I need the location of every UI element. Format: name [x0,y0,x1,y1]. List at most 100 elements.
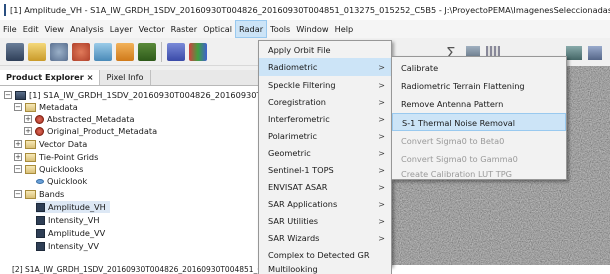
graph-icon[interactable] [94,42,112,61]
menu-apply-orbit-file[interactable]: Apply Orbit File [259,41,391,59]
collapse-icon[interactable]: − [14,190,22,198]
submenu-arrow-icon: > [378,182,385,192]
open-icon[interactable] [28,42,46,61]
rgb-icon[interactable] [189,42,207,61]
menu-sentinel-1-tops[interactable]: Sentinel-1 TOPS > [259,161,391,179]
collapse-icon[interactable]: − [14,165,22,173]
menu-speckle-filtering[interactable]: Speckle Filtering > [259,76,391,94]
radiometric-submenu: Calibrate Radiometric Terrain Flattening… [391,56,567,180]
eye-icon [36,178,44,184]
menu-convert-sigma0-to-beta0: Convert Sigma0 to Beta0 [401,136,505,146]
tree-label: Intensity_VV [48,241,99,251]
band-icon [36,202,45,212]
radar-menu: Apply Orbit File Radiometric > Speckle Fi… [258,40,392,266]
expand-icon[interactable]: + [24,127,32,135]
tree-original-metadata[interactable]: + Original_Product_Metadata [24,125,157,137]
collapse-icon[interactable]: − [14,103,22,111]
panel-tabs: Product Explorer × Pixel Info [0,70,265,86]
menu-view[interactable]: View [42,20,67,38]
tree-bands[interactable]: − Bands [14,188,64,200]
menu-radiometric[interactable]: Radiometric > [259,58,391,76]
tree-quicklooks[interactable]: − Quicklooks [14,163,83,175]
ruler-icon[interactable] [588,46,602,60]
window-title: [1] Amplitude_VH - S1A_IW_GRDH_1SDV_2016… [10,5,610,15]
undo-icon[interactable] [50,42,68,61]
expand-icon[interactable]: + [14,140,22,148]
menu-vector[interactable]: Vector [136,20,168,38]
menu-edit[interactable]: Edit [20,20,42,38]
menu-polarimetric[interactable]: Polarimetric > [259,127,391,145]
band-icon [36,241,45,251]
submenu-arrow-icon: > [378,233,385,243]
collapse-icon[interactable]: − [4,91,12,99]
submenu-arrow-icon: > [378,114,385,124]
folder-icon [25,164,36,174]
tab-product-explorer[interactable]: Product Explorer × [0,70,101,85]
submenu-arrow-icon: > [378,165,385,175]
tree-label: Original_Product_Metadata [47,126,158,136]
menu-complex-to-detected-gr[interactable]: Complex to Detected GR [259,246,391,264]
redo-icon[interactable] [72,42,90,61]
menu-layer[interactable]: Layer [107,20,136,38]
tree-metadata[interactable]: − Metadata [14,101,78,113]
menu-raster[interactable]: Raster [168,20,200,38]
submenu-arrow-icon: > [378,199,385,209]
menu-multilooking[interactable]: Multilooking [258,265,392,274]
menu-geometric[interactable]: Geometric > [259,144,391,162]
submenu-arrow-icon: > [378,80,385,90]
folder-icon [25,152,36,162]
layer-icon[interactable] [116,42,134,61]
toolbar-separator [161,41,162,62]
folder-icon [25,139,36,149]
folder-icon [25,189,36,199]
tree-abstracted-metadata[interactable]: + Abstracted_Metadata [24,113,134,125]
menu-analysis[interactable]: Analysis [67,20,107,38]
menu-create-calibration-lut-tpg: Create Calibration LUT TPG [401,169,512,179]
band-icon [36,228,45,238]
menu-sar-wizards[interactable]: SAR Wizards > [259,229,391,247]
menu-optical[interactable]: Optical [200,20,235,38]
menu-window[interactable]: Window [293,20,331,38]
tree-band-amplitude-vh[interactable]: Amplitude_VH [36,201,110,213]
tree-tie-point-grids[interactable]: + Tie-Point Grids [14,151,98,163]
metadata-icon [35,114,44,124]
submenu-arrow-icon: > [378,131,385,141]
menu-bar: File Edit View Analysis Layer Vector Ras… [0,20,610,38]
save-icon[interactable] [6,42,24,61]
menu-help[interactable]: Help [332,20,357,38]
band-icon [36,215,45,225]
menu-interferometric[interactable]: Interferometric > [259,110,391,128]
product-icon [15,90,26,100]
menu-remove-antenna-pattern[interactable]: Remove Antenna Pattern [392,95,566,113]
tree-band-amplitude-vv[interactable]: Amplitude_VV [36,227,105,239]
expand-icon[interactable]: + [14,153,22,161]
title-bar: [1] Amplitude_VH - S1A_IW_GRDH_1SDV_2016… [0,0,610,20]
tree-label: Amplitude_VV [48,228,106,238]
menu-coregistration[interactable]: Coregistration > [259,93,391,111]
menu-radiometric-terrain-flattening[interactable]: Radiometric Terrain Flattening [392,77,566,95]
tree-label: Bands [39,189,65,199]
tab-pixel-info[interactable]: Pixel Info [100,70,151,85]
tree-label: Tie-Point Grids [39,152,99,162]
expand-icon[interactable]: + [24,115,32,123]
tree-label: Intensity_VH [48,215,100,225]
menu-sar-utilities[interactable]: SAR Utilities > [259,212,391,230]
tree-label: Abstracted_Metadata [47,114,135,124]
menu-envisat-asar[interactable]: ENVISAT ASAR > [259,178,391,196]
gcp-icon[interactable] [566,46,582,60]
menu-sar-applications[interactable]: SAR Applications > [259,195,391,213]
menu-radar[interactable]: Radar [234,20,268,38]
menu-tools[interactable]: Tools [267,20,293,38]
tree-band-intensity-vv[interactable]: Intensity_VV [36,240,99,252]
menu-s1-thermal-noise-removal[interactable]: S-1 Thermal Noise Removal [392,113,566,131]
tree-band-intensity-vh[interactable]: Intensity_VH [36,214,100,226]
menu-file[interactable]: File [0,20,20,38]
submenu-arrow-icon: > [378,148,385,158]
sar-icon[interactable] [138,42,156,61]
magnify-icon[interactable] [167,42,185,61]
tree-quicklook[interactable]: Quicklook [36,175,87,187]
tree-vector-data[interactable]: + Vector Data [14,138,87,150]
menu-calibrate[interactable]: Calibrate [392,59,566,77]
tree-label: Quicklooks [39,164,84,174]
tree-label: Quicklook [47,176,88,186]
